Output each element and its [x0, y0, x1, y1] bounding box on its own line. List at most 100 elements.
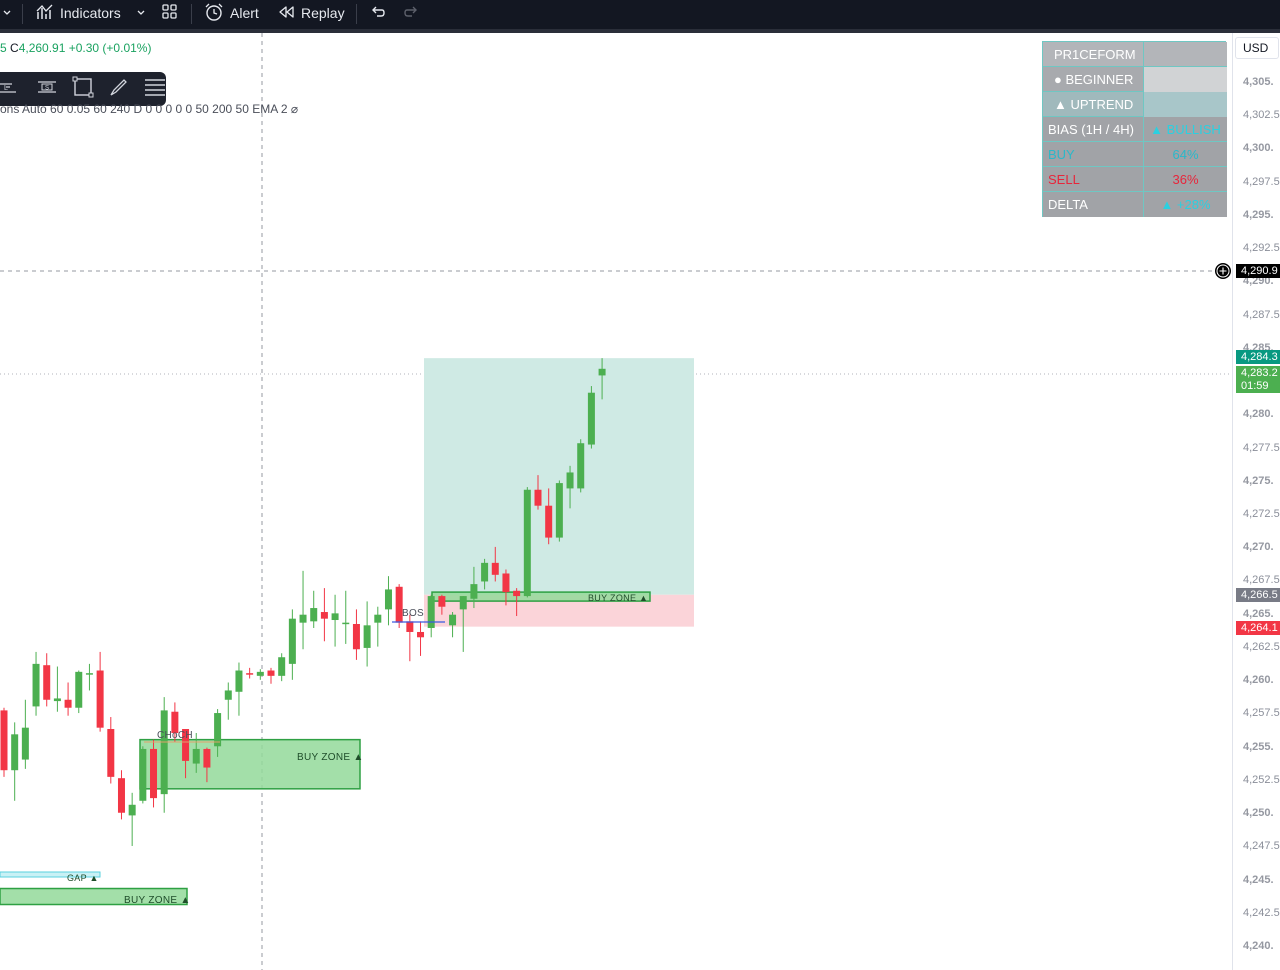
candle: [427, 594, 435, 638]
candle: [555, 480, 563, 542]
panel-bias-label: BIAS (1H / 4H): [1043, 117, 1144, 142]
price-tick-label: 4,267.5: [1243, 574, 1280, 587]
panel-level-value: [1144, 67, 1227, 92]
panel-bias-row: BIAS (1H / 4H) ▲ BULLISH: [1043, 117, 1227, 142]
candle: [11, 722, 19, 801]
add-alert-plus-button[interactable]: [1215, 263, 1231, 279]
indicators-label: Indicators: [60, 5, 121, 21]
price-tick-label: 4,270.: [1243, 541, 1274, 554]
brush-tool[interactable]: [108, 78, 130, 100]
candle: [53, 666, 61, 712]
candle: [352, 609, 360, 660]
price-tick-label: 4,272.5: [1243, 508, 1280, 520]
long-position-tool[interactable]: L: [0, 78, 22, 100]
candle: [43, 653, 51, 707]
candle: [246, 667, 254, 679]
more-tools[interactable]: [144, 78, 166, 100]
candle: [342, 590, 350, 644]
candle: [417, 621, 425, 656]
candle: [64, 682, 72, 716]
price-tick-label: 4,305.: [1243, 76, 1274, 88]
long-position-icon: L: [0, 76, 22, 103]
candle: [384, 576, 392, 626]
buy-zone-label: BUY ZONE ▲: [588, 593, 649, 603]
drawing-toolbar: L S: [0, 72, 166, 106]
candle: [0, 707, 8, 777]
panel-title-row: PR1CEFORM: [1043, 42, 1227, 67]
rectangle-tool[interactable]: [72, 76, 94, 103]
indicators-dropdown-button[interactable]: [136, 0, 146, 26]
alarm-clock-icon: [204, 2, 224, 25]
panel-level-row: ● BEGINNER: [1043, 67, 1227, 92]
brush-icon: [108, 76, 130, 103]
candle: [310, 590, 318, 628]
rectangle-icon: [72, 76, 94, 103]
bos-label: BOS: [402, 608, 425, 619]
panel-trend-row: ▲ UPTREND: [1043, 92, 1227, 117]
panel-delta-label: DELTA: [1043, 192, 1144, 217]
price-axis[interactable]: USD 4,305. 4,302.5 4,300. 4,297.5 4,295. 4,29…: [1232, 33, 1280, 970]
short-position-tool[interactable]: S: [36, 78, 58, 100]
candle: [587, 386, 595, 449]
price-tick-label: 4,292.5: [1243, 242, 1280, 255]
candle: [320, 588, 328, 642]
currency-selector[interactable]: USD: [1235, 37, 1279, 59]
replay-button[interactable]: Replay: [277, 0, 345, 26]
more-icon: [143, 76, 167, 103]
indicator-params: ons Auto 60 0.05 60 240 D 0 0 0 0 0 50 2…: [0, 102, 299, 116]
candle: [117, 770, 125, 820]
price-tick-label: 4,245.: [1243, 873, 1274, 886]
candle: [21, 699, 29, 769]
candle: [128, 792, 136, 846]
svg-text:S: S: [45, 85, 49, 91]
candle: [235, 662, 243, 716]
indicators-button[interactable]: Indicators: [36, 0, 121, 26]
buy-zone-box: [139, 738, 361, 790]
panel-sell-row: SELL 36%: [1043, 167, 1227, 192]
bar-timer-tag: 01:59: [1236, 379, 1280, 393]
candle: [139, 746, 147, 804]
priceform-panel: PR1CEFORM ● BEGINNER ▲ UPTREND BIAS (1H …: [1042, 41, 1227, 217]
price-tick-label: 4,262.5: [1243, 640, 1280, 653]
panel-buy-label: BUY: [1043, 142, 1144, 167]
price-tick-label: 4,252.5: [1243, 773, 1280, 786]
panel-buy-value: 64%: [1172, 147, 1199, 162]
panel-title-empty: [1144, 42, 1227, 67]
choch-label: CHoCH: [157, 730, 193, 741]
price-tick-label: 4,302.5: [1243, 109, 1280, 122]
panel-trend: ▲ UPTREND: [1043, 92, 1144, 117]
close-value: 4,260.91 +0.30 (+0.01%): [18, 41, 152, 55]
panel-sell-value: 36%: [1172, 172, 1199, 187]
candle: [278, 653, 286, 682]
last-price-tag: 4,283.2: [1236, 366, 1280, 380]
toolbar-divider: [22, 4, 23, 24]
target-zone: [424, 358, 694, 595]
layout-templates-button[interactable]: [161, 0, 179, 26]
candle: [32, 651, 40, 716]
redo-button[interactable]: [403, 0, 421, 26]
short-position-icon: S: [36, 76, 58, 103]
candle: [267, 667, 275, 684]
close-letter: C: [10, 41, 19, 55]
grid-icon: [161, 3, 179, 24]
replay-label: Replay: [301, 5, 345, 21]
candle: [75, 670, 83, 714]
chevron-down-icon[interactable]: [2, 0, 12, 26]
candle: [96, 651, 104, 732]
panel-buy-row: BUY 64%: [1043, 142, 1227, 167]
candle: [85, 663, 93, 691]
candle: [224, 682, 232, 720]
price-tick-label: 4,250.: [1243, 807, 1274, 820]
candle: [150, 739, 158, 808]
panel-title: PR1CEFORM: [1043, 42, 1144, 67]
chevron-down-icon: [137, 10, 145, 15]
alert-button[interactable]: Alert: [204, 0, 259, 26]
ohlc-prefix: 5: [0, 41, 11, 55]
redo-icon: [403, 3, 421, 24]
entry-price-tag: 4,266.5: [1236, 588, 1280, 602]
price-tick-label: 4,275.: [1243, 474, 1274, 487]
candle: [331, 594, 339, 647]
toolbar-divider: [356, 4, 357, 24]
undo-button[interactable]: [368, 0, 386, 26]
price-tick-label: 4,300.: [1243, 142, 1274, 155]
